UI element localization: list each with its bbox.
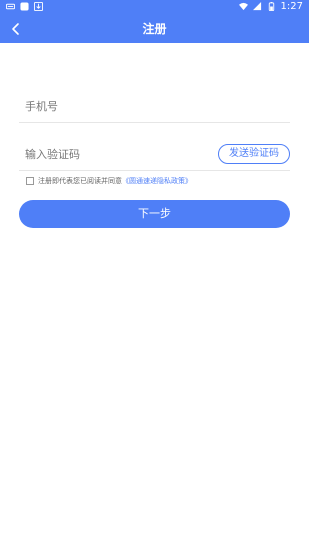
agreement-text: 注册即代表您已阅读并同意 [38, 177, 122, 185]
phone-field [19, 92, 290, 123]
agreement-row: 注册即代表您已阅读并同意 《圆通速递隐私政策》 [26, 176, 192, 186]
download-notification-icon [34, 2, 43, 11]
status-left-icons [6, 2, 43, 11]
page-title: 注册 [142, 22, 167, 36]
app-bar: 注册 [0, 15, 309, 43]
signal-icon [252, 2, 261, 11]
status-time: 1:27 [280, 1, 303, 12]
verification-code-input[interactable] [19, 140, 221, 168]
send-code-button[interactable]: 发送验证码 [218, 144, 290, 164]
status-right-icons: 1:27 [238, 1, 303, 12]
phone-input[interactable] [19, 92, 221, 120]
status-bar: 1:27 [0, 0, 309, 15]
app-notification-icon [20, 2, 29, 11]
battery-icon [268, 2, 274, 11]
wifi-icon [238, 2, 248, 11]
code-field: 发送验证码 [19, 140, 290, 171]
next-step-button[interactable]: 下一步 [19, 200, 290, 228]
privacy-policy-link[interactable]: 《圆通速递隐私政策》 [122, 176, 192, 186]
keyboard-icon [6, 3, 15, 10]
agreement-checkbox[interactable] [26, 177, 34, 185]
